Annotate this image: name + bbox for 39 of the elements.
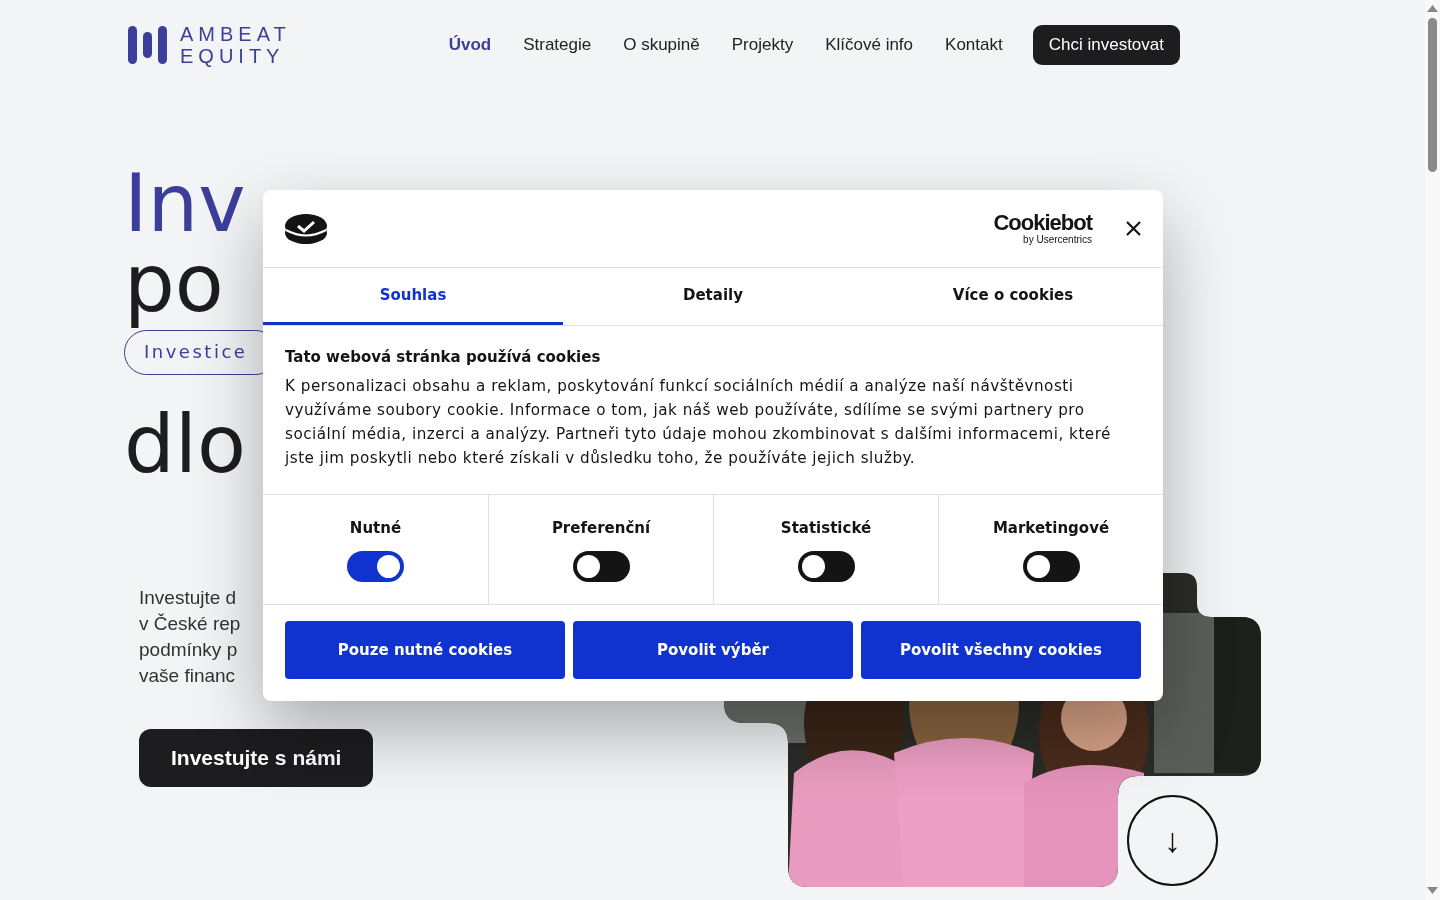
- brand-byline: by Usercentrics: [1023, 234, 1092, 245]
- consent-button[interactable]: Povolit všechny cookies: [861, 621, 1141, 679]
- cookie-check-icon: [285, 212, 327, 245]
- nav-link[interactable]: Strategie: [507, 28, 608, 61]
- intro-text: Investujte d v České rep podmínky p vaše financ: [139, 586, 241, 688]
- scroll-up-icon[interactable]: [1427, 5, 1438, 12]
- logo-icon: [128, 25, 168, 64]
- logo-text: EQUITY: [180, 44, 286, 67]
- nav-link[interactable]: Kontakt: [929, 28, 1019, 61]
- hero-heading: dlo: [124, 405, 246, 485]
- consent-button[interactable]: Pouze nutné cookies: [285, 621, 565, 679]
- scroll-thumb[interactable]: [1428, 18, 1437, 172]
- nav-link[interactable]: Klíčové info: [809, 28, 930, 61]
- category-label: Marketingové: [992, 519, 1110, 537]
- brand-logo: Cookiebot: [993, 212, 1092, 234]
- dialog-title: Tato webová stránka používá cookies: [285, 348, 602, 366]
- nav-link[interactable]: Projekty: [715, 28, 810, 61]
- dialog-text: K personalizaci obsahu a reklam, poskytování funkcí sociálních médií a analýze naší návštěvnosti využíváme soubory cookie. Informace o tom, jak náš web používáte, sdílíme se svými partnery pro sociální média, inzerci a analýzy. Partneři tyto údaje mohou zkombinovat s dalšími informacemi, které jste jim poskytli nebo které získali v důsledku toho, že používáte jejich služby.: [285, 376, 1112, 469]
- toggle-switch[interactable]: [572, 551, 630, 582]
- nav-link[interactable]: Úvod: [432, 28, 508, 61]
- dialog-tab[interactable]: Souhlas: [263, 268, 563, 325]
- category-label: Nutné: [349, 519, 402, 537]
- category-label: Preferenční: [551, 519, 651, 537]
- dialog-tab[interactable]: Detaily: [563, 268, 863, 325]
- dialog-tab[interactable]: Více o cookies: [863, 268, 1163, 325]
- invest-button[interactable]: Chci investovat: [1032, 24, 1180, 65]
- category-label: Statistické: [780, 519, 872, 537]
- consent-button[interactable]: Povolit výběr: [573, 621, 853, 679]
- nav-link[interactable]: O skupině: [607, 28, 716, 61]
- scrollbar[interactable]: [1425, 0, 1440, 900]
- logo-text: AMBEAT: [180, 22, 291, 45]
- scroll-down-button[interactable]: ↓: [1127, 795, 1218, 886]
- toggle-switch[interactable]: [1022, 551, 1080, 582]
- toggle-switch[interactable]: [797, 551, 855, 582]
- close-icon[interactable]: [1126, 221, 1141, 236]
- scroll-down-icon[interactable]: [1427, 887, 1438, 894]
- toggle-switch[interactable]: [347, 551, 404, 582]
- invest-button[interactable]: Investujte s námi: [139, 729, 374, 787]
- hero-heading: Inv: [124, 164, 246, 244]
